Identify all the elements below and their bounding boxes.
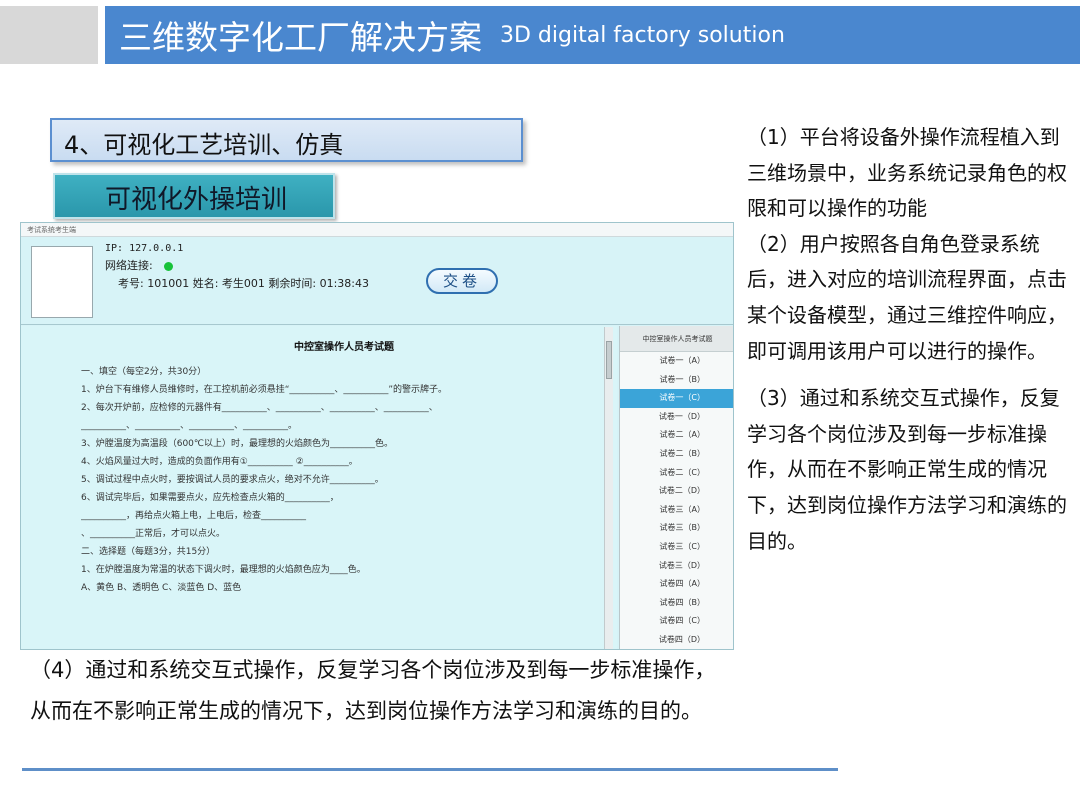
paper-selector-item[interactable]: 试卷三（B）: [620, 519, 733, 538]
network-status: 网络连接:: [105, 257, 174, 273]
paper-selector-item[interactable]: 试卷二（C）: [620, 464, 733, 483]
exam-paper: 中控室操作人员考试题 一、填空（每空2分，共30分） 1、炉台下有维修人员维修时，…: [21, 326, 617, 649]
scrollbar-thumb[interactable]: [606, 341, 612, 379]
question-line: 3、炉膛温度为高温段（600℃以上）时，最理想的火焰颜色为__________色…: [81, 439, 394, 449]
description-paragraph-1: （1）平台将设备外操作流程植入到三维场景中，业务系统记录角色的权限和可以操作的功…: [747, 125, 1067, 221]
exam-details: 考号: 101001 姓名: 考生001 剩余时间: 01:38:43: [118, 277, 369, 290]
paper-selector-panel: 中控室操作人员考试题 试卷一（A） 试卷一（B） 试卷一（C） 试卷一（D） 试卷二（A…: [619, 326, 733, 649]
description-column: （1）平台将设备外操作流程植入到三维场景中，业务系统记录角色的权限和可以操作的功…: [747, 120, 1077, 559]
question-line: 6、调试完毕后，如果需要点火，应先检查点火箱的__________，: [81, 493, 339, 503]
question-line: 4、火焰风量过大时，造成的负面作用有①__________ ②_________…: [81, 457, 358, 467]
description-paragraph-3: （3）通过和系统交互式操作，反复学习各个岗位涉及到每一步标准操作，从而在不影响正…: [747, 386, 1067, 553]
question-list: 一、填空（每空2分，共30分） 1、炉台下有维修人员维修时，在工控机前必须悬挂“_…: [81, 363, 607, 597]
question-line: 二、选择题（每题3分，共15分）: [81, 547, 216, 557]
question-line: 、__________正常后，才可以点火。: [81, 529, 226, 539]
page-subtitle: 3D digital factory solution: [500, 22, 785, 48]
section-subheading: 可视化外操培训: [53, 173, 335, 219]
candidate-photo: [31, 246, 93, 318]
network-label: 网络连接:: [105, 259, 153, 272]
paper-selector-list: 试卷一（A） 试卷一（B） 试卷一（C） 试卷一（D） 试卷二（A） 试卷二（B） 试卷二（…: [620, 352, 733, 649]
question-line: __________，再给点火箱上电，上电后，检查__________: [81, 511, 307, 521]
footer-divider: [22, 768, 838, 771]
description-paragraph-2: （2）用户按照各自角色登录系统后，进入对应的培训流程界面，点击某个设备模型，通过…: [747, 231, 1067, 363]
bottom-caption: （4）通过和系统交互式操作，反复学习各个岗位涉及到每一步标准操作，从而在不影响正…: [30, 658, 716, 723]
paper-selector-item[interactable]: 试卷二（A）: [620, 426, 733, 445]
status-dot-icon: [164, 261, 174, 271]
paper-selector-item[interactable]: 试卷一（B）: [620, 371, 733, 390]
paper-selector-item[interactable]: 试卷四（A）: [620, 575, 733, 594]
paper-selector-item[interactable]: 试卷二（B）: [620, 445, 733, 464]
question-line: 5、调试过程中点火时，要按调试人员的要求点火，绝对不允许__________。: [81, 475, 384, 485]
paper-selector-item[interactable]: 试卷四（C）: [620, 612, 733, 631]
paper-scrollbar[interactable]: [604, 327, 613, 649]
paper-selector-item[interactable]: 试卷三（A）: [620, 501, 733, 520]
paper-selector-item[interactable]: 试卷四（D）: [620, 631, 733, 649]
question-line: 一、填空（每空2分，共30分）: [81, 367, 207, 377]
paper-selector-item[interactable]: 试卷三（D）: [620, 557, 733, 576]
paper-selector-header: 中控室操作人员考试题: [620, 326, 733, 352]
candidate-info-panel: IP: 127.0.0.1 网络连接: 考号: 101001 姓名: 考生001…: [21, 237, 733, 325]
question-line: __________、__________、__________、_______…: [81, 421, 298, 431]
section-heading: 4、可视化工艺培训、仿真: [50, 118, 523, 162]
question-line: 1、在炉膛温度为常温的状态下调火时，最理想的火焰颜色应为____色。: [81, 565, 366, 575]
page-title: 三维数字化工厂解决方案: [119, 18, 482, 57]
window-title-bar: 考试系统考生端: [21, 223, 733, 237]
ip-address: IP: 127.0.0.1: [105, 243, 184, 254]
header-accent-block: [0, 6, 98, 64]
paper-selector-item[interactable]: 试卷四（B）: [620, 594, 733, 613]
question-line: 2、每次开炉前，应检修的元器件有__________、__________、__…: [81, 403, 438, 413]
submit-exam-button[interactable]: 交卷: [426, 268, 498, 294]
paper-selector-item[interactable]: 试卷三（C）: [620, 538, 733, 557]
paper-selector-item[interactable]: 试卷二（D）: [620, 482, 733, 501]
header-banner: 三维数字化工厂解决方案 3D digital factory solution: [105, 6, 1080, 64]
paper-selector-item[interactable]: 试卷一（D）: [620, 408, 733, 427]
paper-selector-item[interactable]: 试卷一（C）: [620, 389, 733, 408]
question-line: 1、炉台下有维修人员维修时，在工控机前必须悬挂“__________、_____…: [81, 385, 448, 395]
exam-app-screenshot: 考试系统考生端 IP: 127.0.0.1 网络连接: 考号: 101001 姓…: [20, 222, 734, 650]
paper-selector-item[interactable]: 试卷一（A）: [620, 352, 733, 371]
paper-title: 中控室操作人员考试题: [294, 342, 394, 353]
question-line: A、黄色 B、透明色 C、淡蓝色 D、蓝色: [81, 583, 242, 593]
